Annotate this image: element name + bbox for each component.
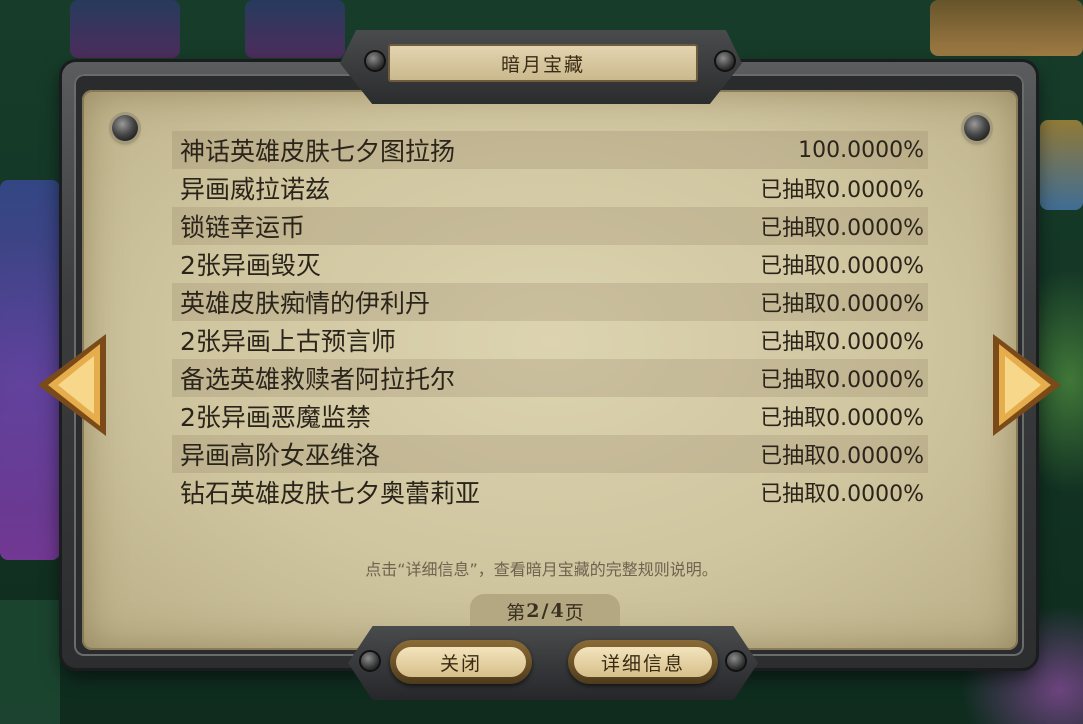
background-card xyxy=(245,0,345,58)
rivet-decoration xyxy=(112,115,138,141)
details-button-label: 详细信息 xyxy=(574,647,712,677)
reward-name: 异画威拉诺兹 xyxy=(180,175,331,204)
details-button[interactable]: 详细信息 xyxy=(568,640,718,684)
reward-row: 2张异画恶魔监禁 已抽取0.0000% xyxy=(172,397,928,435)
background-card xyxy=(930,0,1083,56)
rules-hint: 点击“详细信息”，查看暗月宝藏的完整规则说明。 xyxy=(365,560,718,579)
rivet-decoration xyxy=(361,652,379,670)
reward-row: 英雄皮肤痴情的伊利丹 已抽取0.0000% xyxy=(172,283,928,321)
reward-name: 神话英雄皮肤七夕图拉扬 xyxy=(180,137,456,166)
reward-row: 异画威拉诺兹 已抽取0.0000% xyxy=(172,169,928,207)
reward-name: 钻石英雄皮肤七夕奥蕾莉亚 xyxy=(180,479,481,508)
rivet-decoration xyxy=(727,652,745,670)
background-panel xyxy=(0,600,60,724)
reward-row: 2张异画毁灭 已抽取0.0000% xyxy=(172,245,928,283)
reward-row: 锁链幸运币 已抽取0.0000% xyxy=(172,207,928,245)
reward-value: 已抽取0.0000% xyxy=(760,330,924,355)
background-card xyxy=(1040,120,1083,210)
reward-value: 100.0000% xyxy=(798,137,924,163)
reward-row: 神话英雄皮肤七夕图拉扬 100.0000% xyxy=(172,131,928,169)
page-total: 4 xyxy=(550,600,564,622)
reward-value: 已抽取0.0000% xyxy=(760,254,924,279)
rivet-decoration xyxy=(964,115,990,141)
reward-name: 2张异画恶魔监禁 xyxy=(180,403,371,432)
reward-value: 已抽取0.0000% xyxy=(760,368,924,393)
page-separator: / xyxy=(541,600,549,622)
page-current: 2 xyxy=(526,600,540,622)
dialog-title: 暗月宝藏 xyxy=(388,44,698,82)
reward-value: 已抽取0.0000% xyxy=(760,444,924,469)
left-arrow-icon[interactable] xyxy=(34,330,110,440)
reward-name: 2张异画毁灭 xyxy=(180,251,321,280)
reward-list: 神话英雄皮肤七夕图拉扬 100.0000% 异画威拉诺兹 已抽取0.0000% 锁链… xyxy=(172,131,928,511)
reward-name: 备选英雄救赎者阿拉托尔 xyxy=(180,365,456,394)
reward-value: 已抽取0.0000% xyxy=(760,482,924,507)
reward-name: 异画高阶女巫维洛 xyxy=(180,441,381,470)
reward-row: 钻石英雄皮肤七夕奥蕾莉亚 已抽取0.0000% xyxy=(172,473,928,511)
reward-value: 已抽取0.0000% xyxy=(760,292,924,317)
reward-row: 2张异画上古预言师 已抽取0.0000% xyxy=(172,321,928,359)
close-button-label: 关闭 xyxy=(396,647,526,677)
reward-name: 锁链幸运币 xyxy=(180,213,306,242)
right-arrow-icon[interactable] xyxy=(989,330,1065,440)
page-suffix: 页 xyxy=(564,601,584,624)
reward-row: 异画高阶女巫维洛 已抽取0.0000% xyxy=(172,435,928,473)
reward-row: 备选英雄救赎者阿拉托尔 已抽取0.0000% xyxy=(172,359,928,397)
rivet-decoration xyxy=(366,52,384,70)
reward-value: 已抽取0.0000% xyxy=(760,178,924,203)
reward-name: 2张异画上古预言师 xyxy=(180,327,396,356)
reward-name: 英雄皮肤痴情的伊利丹 xyxy=(180,289,431,318)
reward-value: 已抽取0.0000% xyxy=(760,406,924,431)
reward-value: 已抽取0.0000% xyxy=(760,216,924,241)
page-prefix: 第 xyxy=(506,601,526,624)
close-button[interactable]: 关闭 xyxy=(390,640,532,684)
page-indicator: 第 2/4 页 xyxy=(470,594,620,628)
background-card xyxy=(70,0,180,58)
rivet-decoration xyxy=(716,52,734,70)
